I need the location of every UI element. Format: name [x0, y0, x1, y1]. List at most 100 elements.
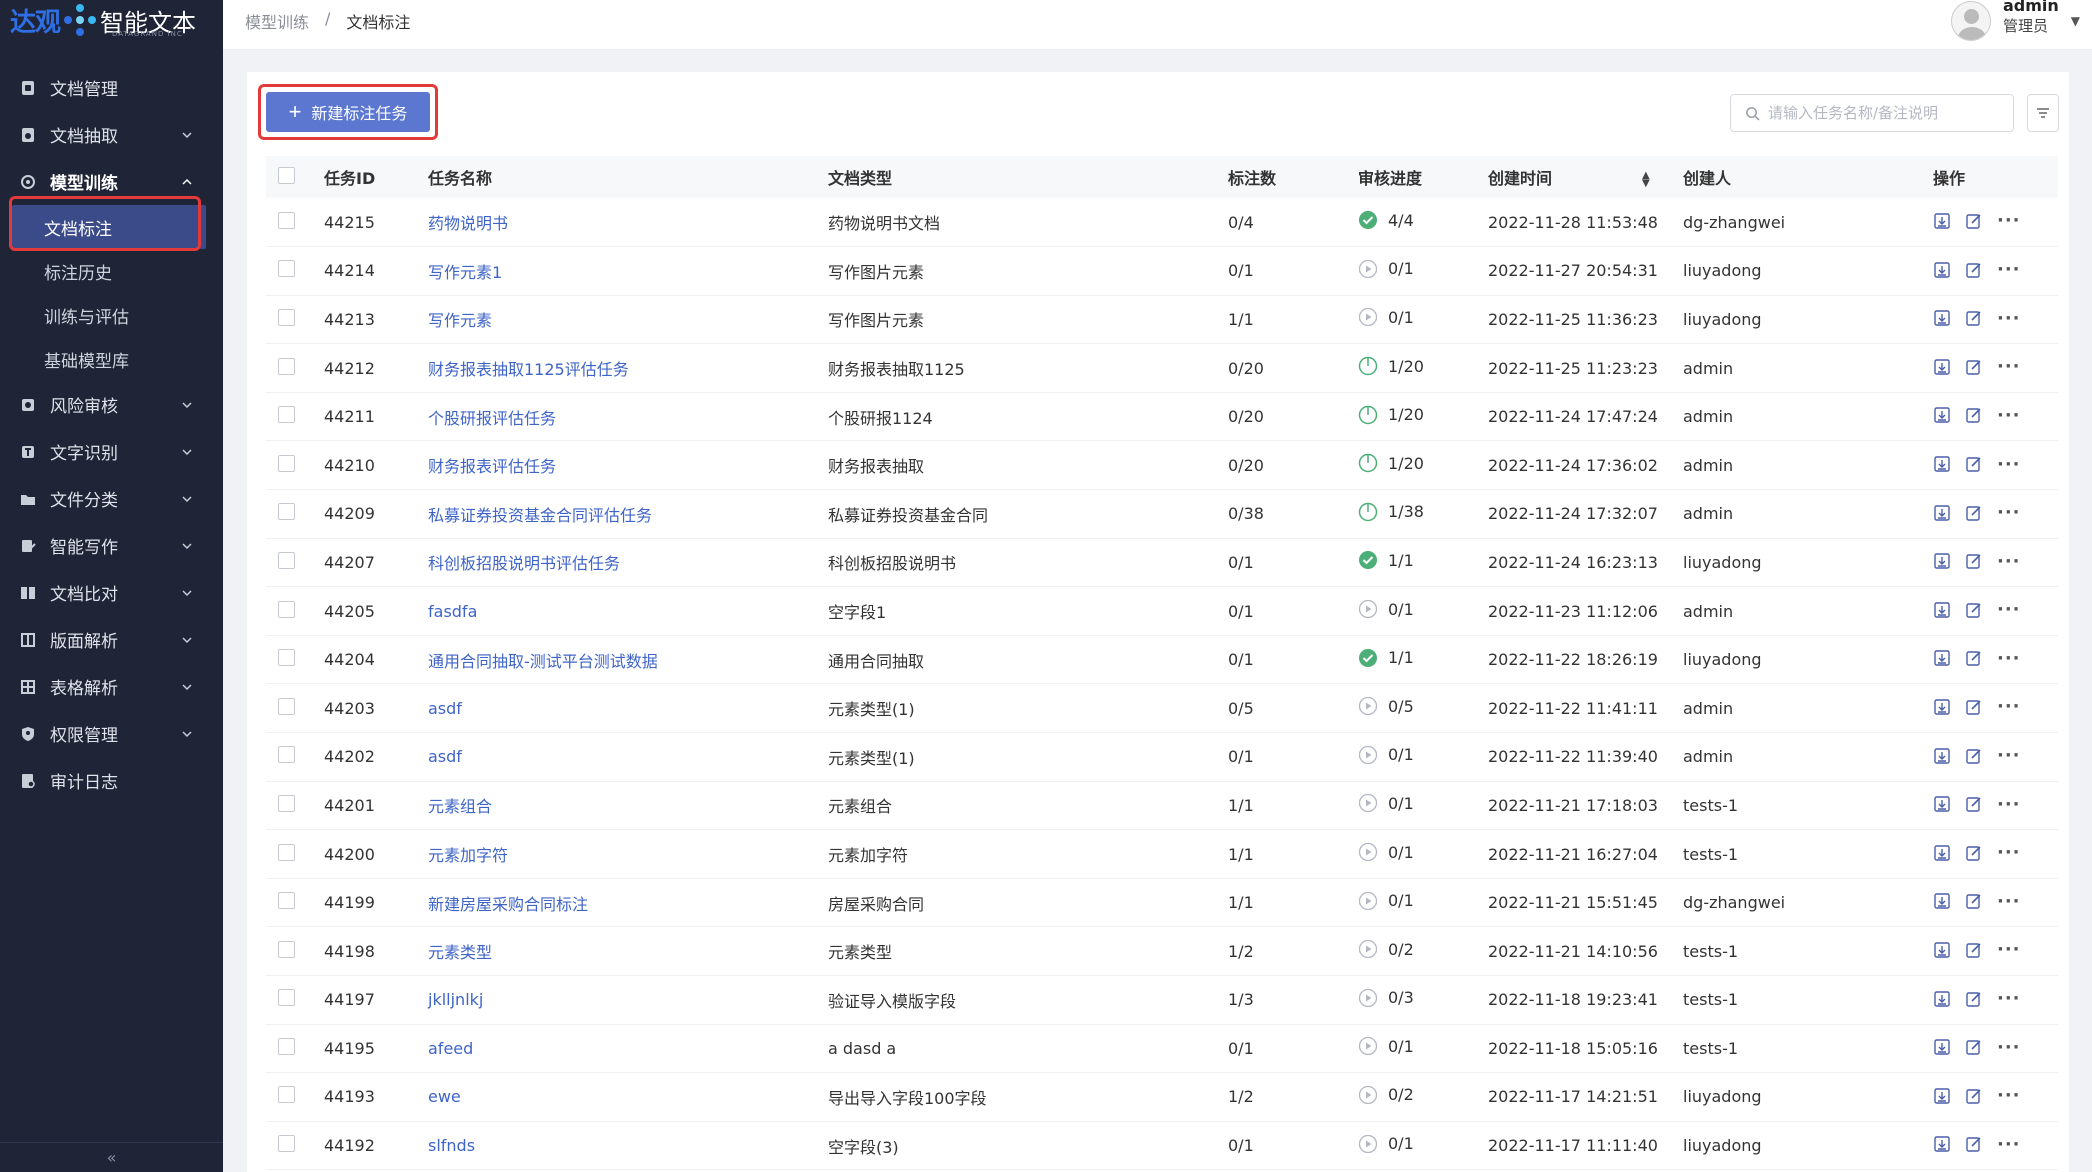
task-name-link[interactable]: afeed — [428, 1039, 473, 1058]
task-name-link[interactable]: fasdfa — [428, 602, 477, 621]
task-name-link[interactable]: 新建房屋采购合同标注 — [428, 895, 588, 914]
row-checkbox[interactable] — [278, 892, 295, 910]
edit-icon[interactable] — [1965, 649, 1983, 667]
sidebar-subitem-2[interactable]: 训练与评估 — [0, 293, 223, 337]
more-icon[interactable]: ··· — [1997, 794, 2021, 815]
sidebar-subitem-3[interactable]: 基础模型库 — [0, 337, 223, 381]
row-checkbox[interactable] — [278, 1037, 295, 1055]
export-icon[interactable] — [1933, 212, 1951, 230]
more-icon[interactable]: ··· — [1997, 842, 2021, 863]
row-checkbox[interactable] — [278, 794, 295, 812]
sidebar-item-8[interactable]: 版面解析 — [0, 616, 223, 663]
select-all-checkbox[interactable] — [278, 166, 295, 184]
sidebar-item-5[interactable]: 文件分类 — [0, 475, 223, 522]
edit-icon[interactable] — [1965, 990, 1983, 1008]
more-icon[interactable]: ··· — [1997, 939, 2021, 960]
export-icon[interactable] — [1933, 795, 1951, 813]
export-icon[interactable] — [1933, 406, 1951, 424]
edit-icon[interactable] — [1965, 795, 1983, 813]
row-checkbox[interactable] — [278, 1086, 295, 1104]
row-checkbox[interactable] — [278, 746, 295, 764]
more-icon[interactable]: ··· — [1997, 1134, 2021, 1155]
edit-icon[interactable] — [1965, 1038, 1983, 1056]
edit-icon[interactable] — [1965, 455, 1983, 473]
task-name-link[interactable]: 科创板招股说明书评估任务 — [428, 554, 620, 573]
task-name-link[interactable]: 个股研报评估任务 — [428, 409, 556, 428]
edit-icon[interactable] — [1965, 1135, 1983, 1153]
edit-icon[interactable] — [1965, 601, 1983, 619]
edit-icon[interactable] — [1965, 358, 1983, 376]
collapse-sidebar-icon[interactable]: « — [0, 1142, 223, 1172]
edit-icon[interactable] — [1965, 892, 1983, 910]
sidebar-item-0[interactable]: 文档管理 — [0, 64, 223, 111]
task-name-link[interactable]: jklljnlkj — [428, 990, 483, 1009]
task-name-link[interactable]: 元素类型 — [428, 943, 492, 962]
new-annotation-task-button[interactable]: + 新建标注任务 — [266, 92, 430, 132]
export-icon[interactable] — [1933, 649, 1951, 667]
more-icon[interactable]: ··· — [1997, 745, 2021, 766]
export-icon[interactable] — [1933, 1038, 1951, 1056]
edit-icon[interactable] — [1965, 747, 1983, 765]
export-icon[interactable] — [1933, 309, 1951, 327]
sidebar-item-9[interactable]: 表格解析 — [0, 663, 223, 710]
more-icon[interactable]: ··· — [1997, 308, 2021, 329]
task-name-link[interactable]: 财务报表抽取1125评估任务 — [428, 360, 629, 379]
more-icon[interactable]: ··· — [1997, 502, 2021, 523]
more-icon[interactable]: ··· — [1997, 891, 2021, 912]
edit-icon[interactable] — [1965, 698, 1983, 716]
more-icon[interactable]: ··· — [1997, 988, 2021, 1009]
row-checkbox[interactable] — [278, 940, 295, 958]
export-icon[interactable] — [1933, 1087, 1951, 1105]
more-icon[interactable]: ··· — [1997, 648, 2021, 669]
task-name-link[interactable]: 元素加字符 — [428, 846, 508, 865]
row-checkbox[interactable] — [278, 989, 295, 1007]
task-name-link[interactable]: asdf — [428, 747, 462, 766]
task-name-link[interactable]: ewe — [428, 1087, 461, 1106]
row-checkbox[interactable] — [278, 308, 295, 326]
task-name-link[interactable]: slfnds — [428, 1136, 475, 1155]
edit-icon[interactable] — [1965, 406, 1983, 424]
task-name-link[interactable]: 写作元素 — [428, 311, 492, 330]
breadcrumb-parent[interactable]: 模型训练 — [245, 9, 309, 33]
more-icon[interactable]: ··· — [1997, 599, 2021, 620]
row-checkbox[interactable] — [278, 454, 295, 472]
sidebar-subitem-1[interactable]: 标注历史 — [0, 249, 223, 293]
export-icon[interactable] — [1933, 455, 1951, 473]
row-checkbox[interactable] — [278, 649, 295, 667]
row-checkbox[interactable] — [278, 600, 295, 618]
export-icon[interactable] — [1933, 261, 1951, 279]
edit-icon[interactable] — [1965, 309, 1983, 327]
task-name-link[interactable]: 私募证券投资基金合同评估任务 — [428, 506, 652, 525]
edit-icon[interactable] — [1965, 212, 1983, 230]
more-icon[interactable]: ··· — [1997, 551, 2021, 572]
edit-icon[interactable] — [1965, 261, 1983, 279]
search-box[interactable] — [1730, 94, 2014, 132]
edit-icon[interactable] — [1965, 1087, 1983, 1105]
export-icon[interactable] — [1933, 844, 1951, 862]
export-icon[interactable] — [1933, 941, 1951, 959]
sidebar-item-11[interactable]: 审计日志 — [0, 757, 223, 804]
row-checkbox[interactable] — [278, 260, 295, 278]
export-icon[interactable] — [1933, 892, 1951, 910]
export-icon[interactable] — [1933, 1135, 1951, 1153]
export-icon[interactable] — [1933, 504, 1951, 522]
task-name-link[interactable]: 通用合同抽取-测试平台测试数据 — [428, 652, 658, 671]
row-checkbox[interactable] — [278, 357, 295, 375]
export-icon[interactable] — [1933, 358, 1951, 376]
edit-icon[interactable] — [1965, 552, 1983, 570]
sidebar-item-6[interactable]: 智能写作 — [0, 522, 223, 569]
export-icon[interactable] — [1933, 552, 1951, 570]
export-icon[interactable] — [1933, 747, 1951, 765]
task-name-link[interactable]: 药物说明书 — [428, 214, 508, 233]
more-icon[interactable]: ··· — [1997, 210, 2021, 231]
row-checkbox[interactable] — [278, 551, 295, 569]
user-menu[interactable]: admin 管理员 ▼ — [1950, 0, 2080, 42]
sort-icon[interactable]: ▲ ▼ — [1642, 170, 1650, 188]
sidebar-item-7[interactable]: 文档比对 — [0, 569, 223, 616]
task-name-link[interactable]: 元素组合 — [428, 797, 492, 816]
more-icon[interactable]: ··· — [1997, 1085, 2021, 1106]
export-icon[interactable] — [1933, 601, 1951, 619]
more-icon[interactable]: ··· — [1997, 1037, 2021, 1058]
row-checkbox[interactable] — [278, 697, 295, 715]
filter-button[interactable] — [2027, 94, 2059, 132]
